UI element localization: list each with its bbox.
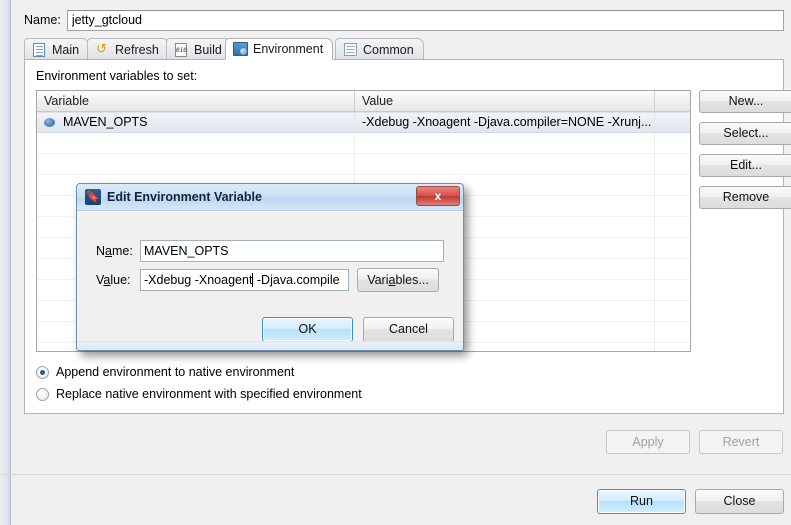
refresh-icon: ↺ bbox=[96, 41, 107, 57]
tab-environment-label: Environment bbox=[253, 42, 324, 56]
dialog-name-row: Name: bbox=[96, 240, 444, 262]
dialog-value-input[interactable]: -Xdebug -Xnoagent -Djava.compile bbox=[140, 269, 349, 291]
environment-section-label: Environment variables to set: bbox=[36, 69, 198, 83]
variables-button[interactable]: Variables... bbox=[357, 268, 439, 292]
config-name-row: Name: bbox=[24, 8, 784, 32]
table-header-row: Variable Value bbox=[37, 91, 690, 112]
table-row[interactable]: MAVEN_OPTS -Xdebug -Xnoagent -Djava.comp… bbox=[37, 112, 690, 133]
tab-main-label: Main bbox=[52, 42, 80, 57]
radio-append-environment[interactable]: Append environment to native environment bbox=[36, 365, 294, 379]
footer-divider bbox=[0, 474, 791, 475]
close-button[interactable]: Close bbox=[695, 489, 784, 514]
cell-variable-text: MAVEN_OPTS bbox=[63, 115, 148, 129]
launch-configuration-window: Name: Main ↺ Refresh 010 Build Environme… bbox=[0, 0, 791, 525]
environment-action-buttons: New... Select... Edit... Remove bbox=[699, 90, 791, 218]
dialog-value-row: Value: -Xdebug -Xnoagent -Djava.compile … bbox=[96, 268, 444, 292]
radio-replace-indicator[interactable] bbox=[36, 387, 49, 401]
window-left-edge bbox=[0, 0, 11, 525]
dialog-value-label: Value: bbox=[96, 273, 131, 287]
cancel-button[interactable]: Cancel bbox=[363, 317, 454, 342]
dialog-value-text: -Xdebug -Xnoagent bbox=[144, 273, 253, 287]
dialog-value-text-tail: -Djava.compile bbox=[253, 273, 340, 287]
document-icon bbox=[32, 42, 48, 58]
column-header-extra[interactable] bbox=[655, 91, 690, 111]
run-button[interactable]: Run bbox=[597, 489, 686, 514]
tab-bar: Main ↺ Refresh 010 Build Environment Com… bbox=[24, 38, 784, 60]
new-button[interactable]: New... bbox=[699, 90, 791, 113]
select-button[interactable]: Select... bbox=[699, 122, 791, 145]
dialog-body: Name: Value: -Xdebug -Xnoagent -Djava.co… bbox=[77, 211, 463, 350]
radio-replace-environment[interactable]: Replace native environment with specifie… bbox=[36, 387, 362, 401]
radio-append-label: Append environment to native environment bbox=[56, 365, 295, 379]
apply-revert-row: Apply Revert bbox=[606, 430, 783, 454]
tab-main[interactable]: Main bbox=[24, 38, 90, 60]
common-icon bbox=[343, 42, 359, 58]
dialog-name-label: Name: bbox=[96, 244, 133, 258]
tab-build-label: Build bbox=[194, 42, 222, 57]
dialog-title-text: Edit Environment Variable bbox=[107, 190, 262, 204]
cell-extra bbox=[655, 113, 690, 132]
apply-button[interactable]: Apply bbox=[606, 430, 690, 454]
remove-button[interactable]: Remove bbox=[699, 186, 791, 209]
ok-button[interactable]: OK bbox=[262, 317, 353, 342]
variable-bullet-icon bbox=[44, 118, 55, 127]
column-header-variable[interactable]: Variable bbox=[37, 91, 355, 111]
table-empty-row bbox=[37, 133, 690, 154]
tab-common[interactable]: Common bbox=[335, 38, 424, 60]
tab-common-label: Common bbox=[363, 42, 414, 57]
table-empty-row bbox=[37, 154, 690, 175]
config-name-input[interactable] bbox=[66, 9, 784, 31]
radio-append-indicator[interactable] bbox=[36, 365, 49, 379]
dialog-name-input[interactable] bbox=[140, 240, 444, 262]
tab-refresh[interactable]: ↺ Refresh bbox=[87, 38, 169, 60]
radio-replace-label: Replace native environment with specifie… bbox=[56, 387, 362, 401]
revert-button[interactable]: Revert bbox=[699, 430, 783, 454]
edit-button[interactable]: Edit... bbox=[699, 154, 791, 177]
dialog-footer-buttons: Run Close bbox=[597, 489, 784, 514]
dialog-action-buttons: OK Cancel bbox=[262, 317, 454, 342]
tab-build[interactable]: 010 Build bbox=[166, 38, 232, 60]
column-header-value[interactable]: Value bbox=[355, 91, 655, 111]
config-name-label: Name: bbox=[24, 13, 61, 27]
dialog-bottom-strip bbox=[77, 341, 463, 350]
cell-value: -Xdebug -Xnoagent -Djava.compiler=NONE -… bbox=[355, 113, 655, 132]
edit-environment-variable-dialog: Edit Environment Variable x Name: Value:… bbox=[76, 183, 464, 351]
tab-refresh-label: Refresh bbox=[115, 42, 159, 57]
dialog-title-bar[interactable]: Edit Environment Variable x bbox=[77, 184, 463, 211]
build-icon: 010 bbox=[174, 42, 190, 58]
cell-variable: MAVEN_OPTS bbox=[37, 113, 355, 132]
eclipse-debug-icon bbox=[85, 189, 101, 205]
tab-environment[interactable]: Environment bbox=[225, 38, 334, 60]
environment-icon bbox=[233, 41, 249, 57]
close-icon[interactable]: x bbox=[416, 186, 460, 206]
